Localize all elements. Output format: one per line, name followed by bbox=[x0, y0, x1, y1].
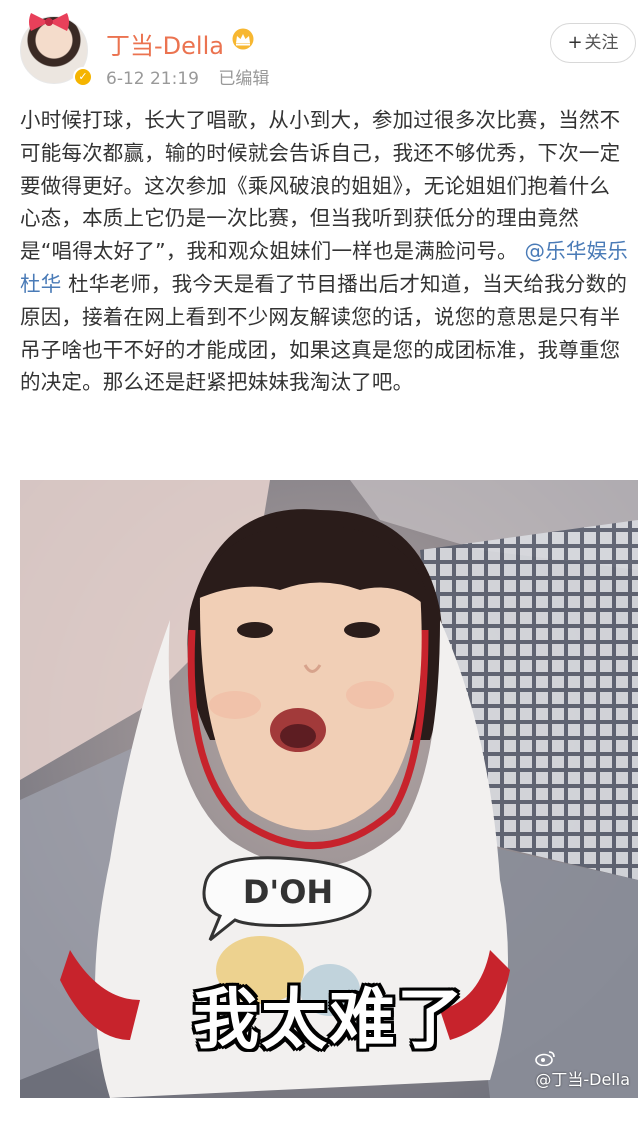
meme-caption: 我太难了 bbox=[193, 981, 465, 1058]
edited-label: 已编辑 bbox=[218, 69, 270, 89]
verified-icon: ✓ bbox=[73, 67, 93, 87]
bow-icon bbox=[29, 13, 69, 31]
author-name[interactable]: 丁当-Della bbox=[106, 26, 224, 61]
weibo-icon bbox=[535, 1051, 556, 1066]
image-watermark: @丁当-Della bbox=[535, 1050, 630, 1090]
post-image[interactable]: D'OH 我太难了 @丁当-Della bbox=[20, 480, 638, 1098]
follow-button[interactable]: + 关注 bbox=[550, 23, 636, 63]
post-text-part-2: 杜华老师，我今天是看了节目播出后才知道，当天给我分数的原因，接着在网上看到不少网… bbox=[20, 271, 628, 395]
post-header: ✓ 丁当-Della 6-12 21:19 已编辑 + 关注 bbox=[0, 0, 640, 100]
shirt-text: D'OH bbox=[243, 873, 333, 911]
crown-icon bbox=[232, 28, 254, 50]
post-date: 6-12 21:19 bbox=[106, 69, 199, 89]
watermark-text: @丁当-Della bbox=[535, 1070, 630, 1089]
follow-label: 关注 bbox=[584, 33, 619, 53]
post-meta: 6-12 21:19 已编辑 bbox=[106, 64, 283, 89]
post-body: 小时候打球，长大了唱歌，从小到大，参加过很多次比赛，当然不可能每次都赢，输的时候… bbox=[20, 104, 630, 399]
avatar[interactable]: ✓ bbox=[20, 13, 93, 87]
plus-icon: + bbox=[567, 32, 583, 53]
